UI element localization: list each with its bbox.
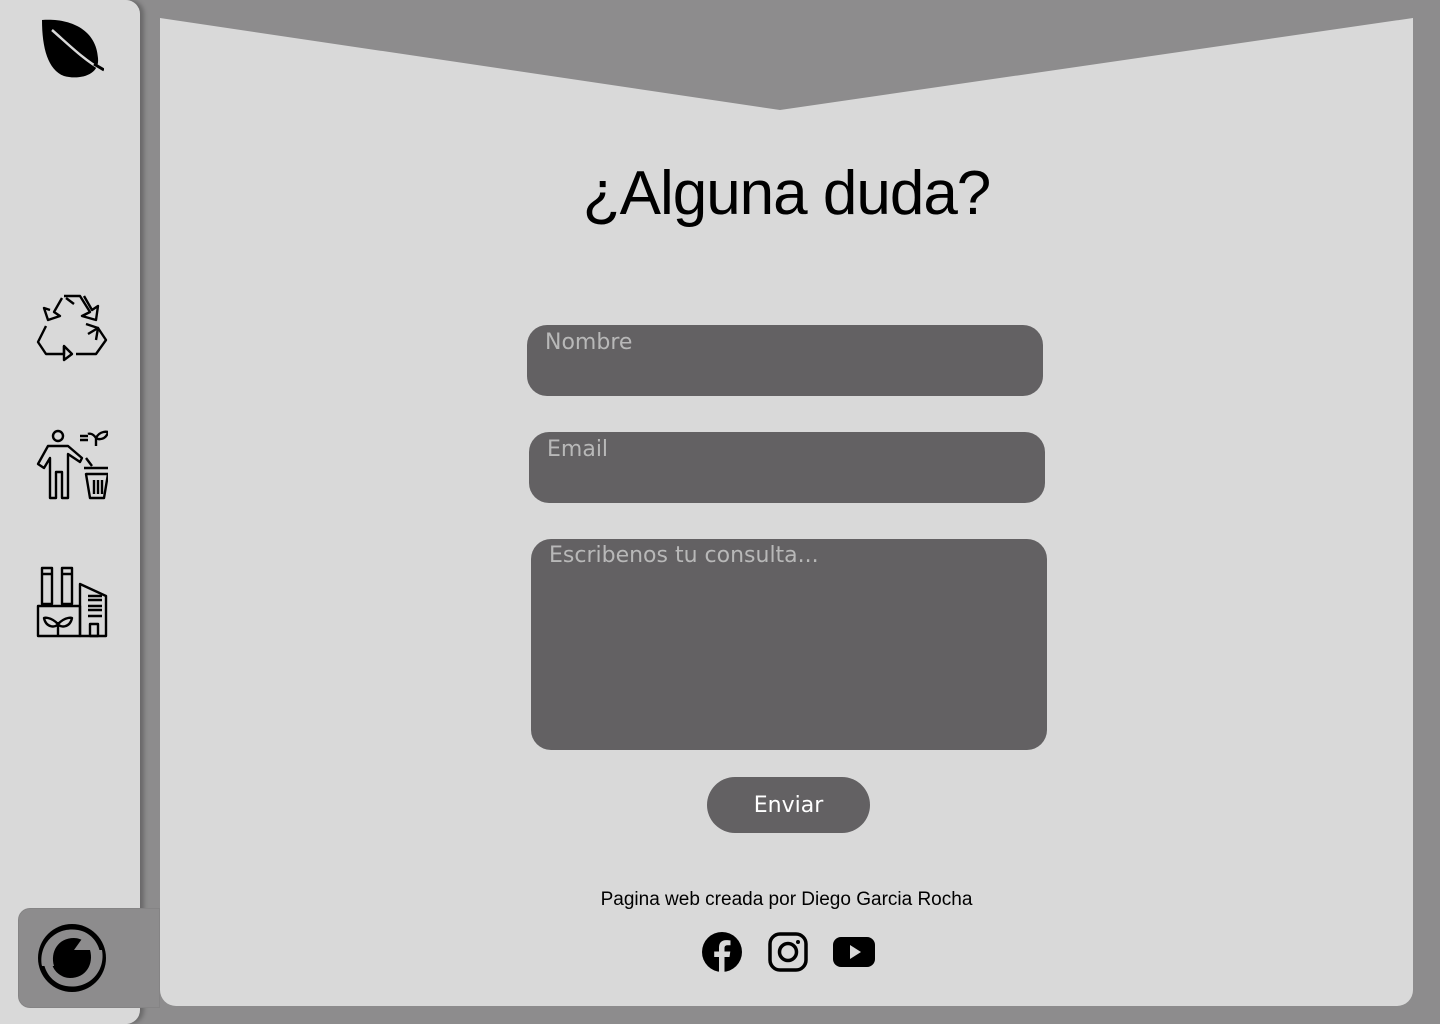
recycle-icon[interactable] <box>36 290 108 362</box>
message-textarea[interactable] <box>531 539 1047 750</box>
header-notch <box>160 18 1413 110</box>
bottom-tab[interactable] <box>18 908 160 1008</box>
send-button[interactable]: Enviar <box>707 777 870 833</box>
email-input[interactable] <box>529 432 1045 503</box>
leaf-icon[interactable] <box>38 18 104 80</box>
page-title: ¿Alguna duda? <box>582 159 992 228</box>
name-input[interactable] <box>527 325 1043 396</box>
person-trash-icon[interactable] <box>36 428 108 500</box>
instagram-icon[interactable] <box>766 930 810 974</box>
contact-panel: ¿Alguna duda? Enviar Pagina web creada p… <box>160 18 1413 1006</box>
social-links <box>700 930 875 974</box>
facebook-icon[interactable] <box>700 930 744 974</box>
sidebar <box>0 0 160 1024</box>
factory-icon[interactable] <box>36 566 108 638</box>
footer-credit: Pagina web creada por Diego Garcia Rocha <box>600 889 973 910</box>
green-dot-recycle-icon[interactable] <box>36 922 108 994</box>
youtube-icon[interactable] <box>832 930 876 974</box>
